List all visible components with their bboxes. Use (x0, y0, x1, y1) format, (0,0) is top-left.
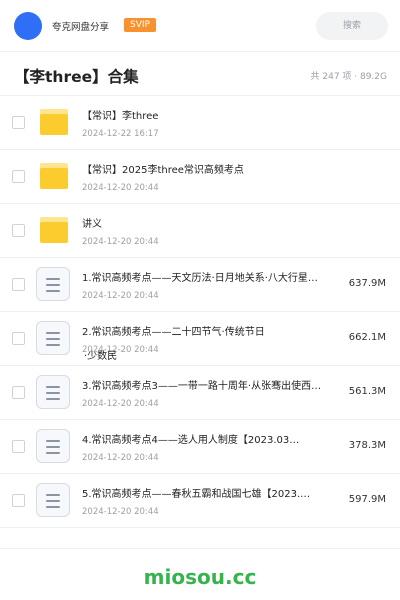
row-checkbox[interactable] (12, 494, 25, 507)
collection-summary: 共 247 项 · 89.2G (310, 72, 388, 82)
document-icon (36, 321, 70, 355)
file-date: 2024-12-20 20:44 (82, 453, 159, 463)
file-name[interactable]: 讲义 (82, 218, 344, 232)
folder-icon (40, 109, 68, 135)
file-name[interactable]: 3.常识高频考点3——一带一路十周年·从张骞出使西… (82, 380, 344, 394)
document-icon (36, 483, 70, 517)
footer: miosou.cc (0, 548, 400, 600)
file-row[interactable]: 讲义 2024-12-20 20:44 (0, 204, 400, 258)
user-name[interactable]: 夸克网盘分享 (52, 19, 109, 33)
search-input[interactable]: 搜索 (316, 12, 388, 40)
row-checkbox[interactable] (12, 278, 25, 291)
file-name[interactable]: 2.常识高频考点——二十四节气·传统节日 (82, 326, 344, 340)
row-checkbox[interactable] (12, 116, 25, 129)
page-title: 【李three】合集 (14, 68, 139, 86)
file-name[interactable]: 【常识】2025李three常识高频考点 (82, 164, 344, 178)
file-date: 2024-12-20 20:44 (82, 237, 159, 247)
document-icon (36, 429, 70, 463)
row-checkbox[interactable] (12, 224, 25, 237)
row-checkbox[interactable] (12, 440, 25, 453)
file-row[interactable]: 2.常识高频考点——二十四节气·传统节日 2024-12-20 20:44 ·少… (0, 312, 400, 366)
file-name-overflow: ·少数民 (84, 351, 118, 362)
file-row[interactable]: 3.常识高频考点3——一带一路十周年·从张骞出使西… 2024-12-20 20… (0, 366, 400, 420)
top-header: 夸克网盘分享 SVIP 搜索 (0, 0, 400, 52)
file-date: 2024-12-20 20:44 (82, 399, 159, 409)
folder-icon (40, 217, 68, 243)
file-row[interactable]: 4.常识高频考点4——选人用人制度【2023.03… 2024-12-20 20… (0, 420, 400, 474)
watermark: miosou.cc (143, 565, 257, 589)
row-checkbox[interactable] (12, 386, 25, 399)
file-name[interactable]: 1.常识高频考点——天文历法·日月地关系·八大行星… (82, 272, 344, 286)
file-date: 2024-12-20 20:44 (82, 507, 159, 517)
file-size: 378.3M (348, 440, 386, 451)
file-size: 637.9M (348, 278, 386, 289)
file-size: 561.3M (348, 386, 386, 397)
collection-title-bar: 【李three】合集 共 247 项 · 89.2G (0, 52, 400, 96)
file-date: 2024-12-22 16:17 (82, 129, 159, 139)
row-checkbox[interactable] (12, 170, 25, 183)
svip-badge: SVIP (124, 18, 156, 32)
folder-icon (40, 163, 68, 189)
file-date: 2024-12-20 20:44 (82, 291, 159, 301)
file-row[interactable]: 【常识】李three 2024-12-22 16:17 (0, 96, 400, 150)
avatar[interactable] (14, 12, 42, 40)
file-row[interactable]: 5.常识高频考点——春秋五霸和战国七雄【2023.… 2024-12-20 20… (0, 474, 400, 528)
file-size: 597.9M (348, 494, 386, 505)
file-row[interactable]: 1.常识高频考点——天文历法·日月地关系·八大行星… 2024-12-20 20… (0, 258, 400, 312)
file-row[interactable]: 【常识】2025李three常识高频考点 2024-12-20 20:44 (0, 150, 400, 204)
file-list: 【常识】李three 2024-12-22 16:17 【常识】2025李thr… (0, 96, 400, 528)
file-name[interactable]: 5.常识高频考点——春秋五霸和战国七雄【2023.… (82, 488, 344, 502)
document-icon (36, 375, 70, 409)
file-name[interactable]: 【常识】李three (82, 110, 344, 124)
file-name[interactable]: 4.常识高频考点4——选人用人制度【2023.03… (82, 434, 344, 448)
file-size: 662.1M (348, 332, 386, 343)
row-checkbox[interactable] (12, 332, 25, 345)
document-icon (36, 267, 70, 301)
file-date: 2024-12-20 20:44 (82, 183, 159, 193)
